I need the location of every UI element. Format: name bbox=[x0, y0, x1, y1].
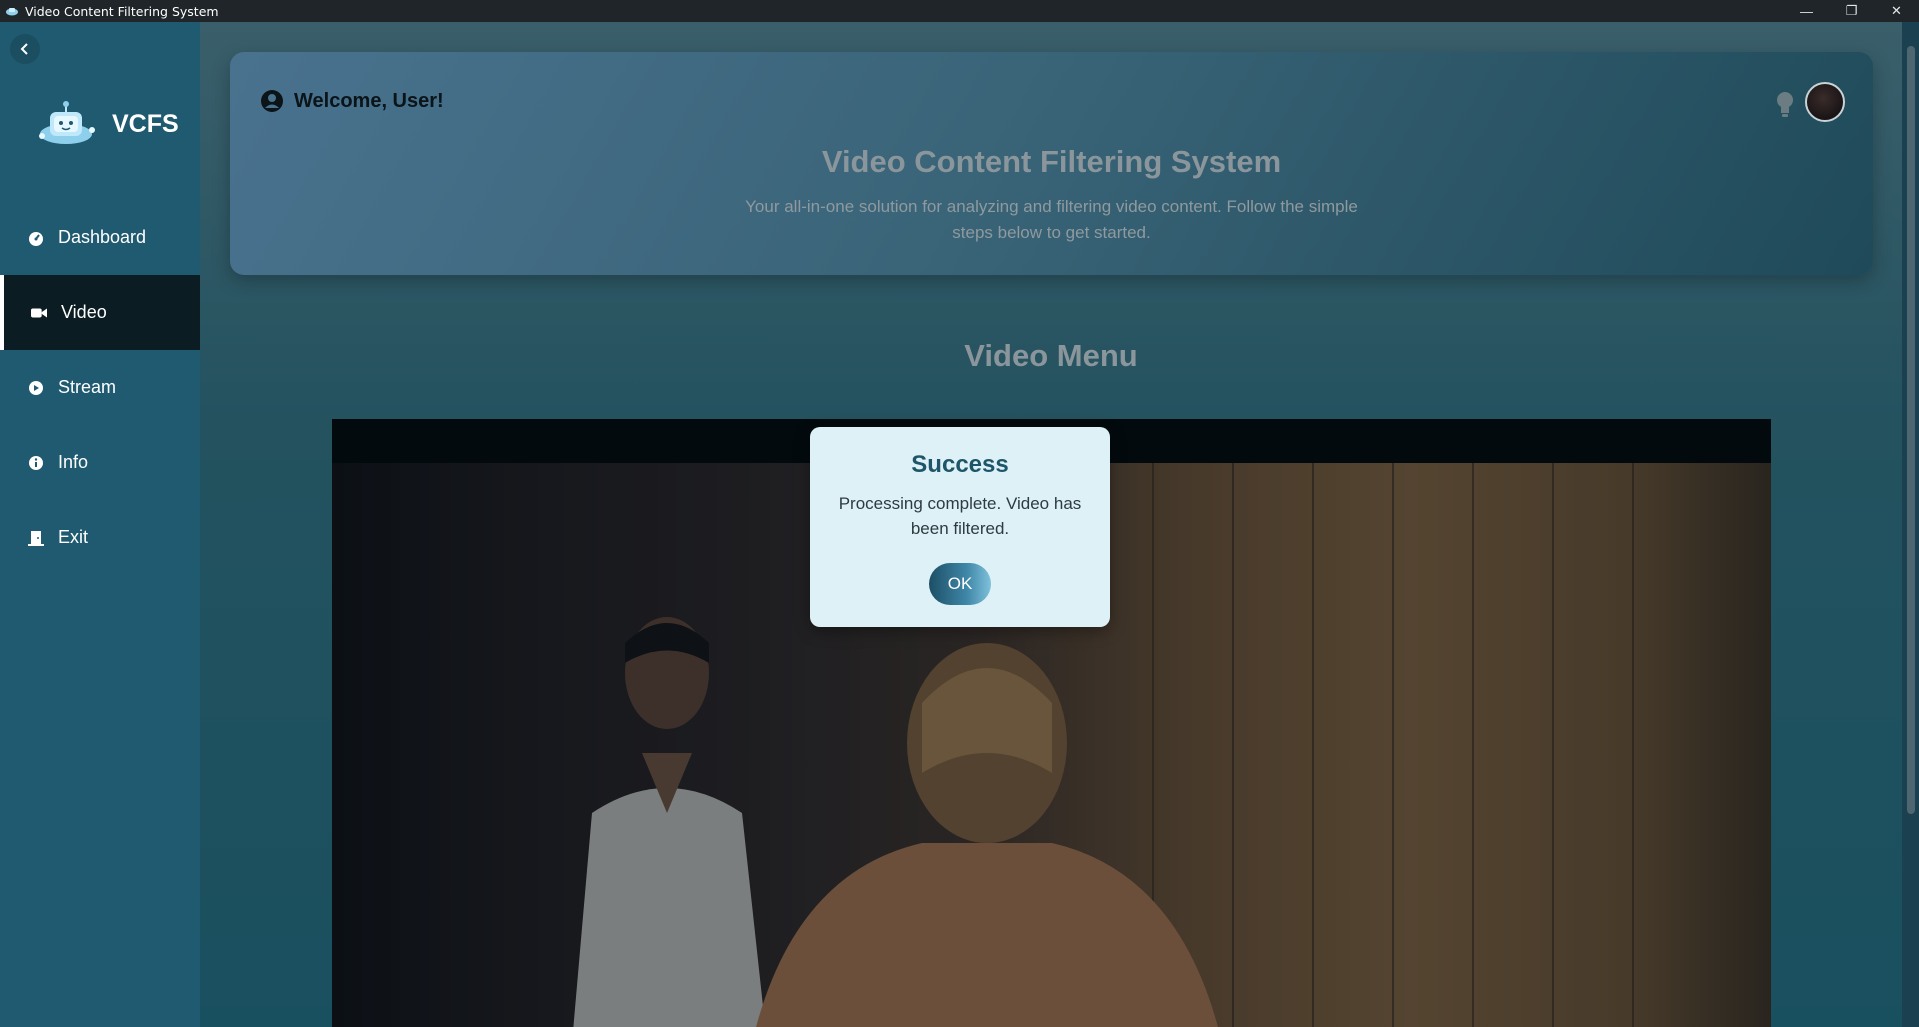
brand-name: VCFS bbox=[112, 109, 179, 138]
collapse-sidebar-button[interactable] bbox=[10, 34, 40, 64]
lightbulb-icon[interactable] bbox=[1775, 90, 1795, 118]
video-camera-icon bbox=[31, 305, 47, 321]
user-circle-icon bbox=[261, 90, 283, 112]
sidebar-item-label: Stream bbox=[58, 377, 117, 397]
page-subtitle: Your all-in-one solution for analyzing a… bbox=[745, 197, 1358, 242]
restore-button[interactable]: ❐ bbox=[1829, 0, 1874, 22]
app-icon bbox=[6, 8, 18, 16]
info-circle-icon bbox=[28, 455, 44, 471]
close-button[interactable]: ✕ bbox=[1874, 0, 1919, 22]
section-title: Video Menu bbox=[964, 338, 1138, 373]
window-title: Video Content Filtering System bbox=[25, 3, 219, 19]
sidebar-item-video[interactable]: Video bbox=[0, 275, 200, 350]
sidebar-item-label: Info bbox=[58, 452, 89, 472]
sidebar-item-label: Dashboard bbox=[58, 227, 147, 247]
minimize-button[interactable]: — bbox=[1784, 0, 1829, 22]
ok-button[interactable]: OK bbox=[929, 563, 991, 605]
avatar[interactable] bbox=[1805, 82, 1845, 122]
sidebar-item-label: Video bbox=[61, 302, 107, 322]
scroll-thumb[interactable] bbox=[1907, 46, 1915, 814]
welcome-text: Welcome, User! bbox=[294, 89, 444, 112]
dialog-title: Success bbox=[911, 451, 1009, 478]
chevron-left-icon bbox=[20, 43, 28, 55]
dialog-message: Processing complete. Video has been filt… bbox=[838, 494, 1082, 538]
sidebar-item-label: Exit bbox=[58, 527, 89, 547]
title-bar: Video Content Filtering System — ❐ ✕ bbox=[0, 0, 1919, 22]
sidebar-nav: Dashboard Video Stream Info Exit bbox=[0, 200, 200, 575]
sidebar-item-dashboard[interactable]: Dashboard bbox=[0, 200, 200, 275]
sidebar-item-info[interactable]: Info bbox=[0, 425, 200, 500]
sidebar-item-exit[interactable]: Exit bbox=[0, 500, 200, 575]
robot-logo-icon bbox=[39, 101, 95, 144]
gauge-icon bbox=[28, 230, 44, 246]
success-dialog: Success Processing complete. Video has b… bbox=[810, 427, 1110, 627]
welcome: Welcome, User! bbox=[260, 89, 444, 113]
brand: VCFS bbox=[36, 100, 179, 148]
sidebar: VCFS Dashboard Video Stream Info Exit bbox=[0, 22, 200, 1027]
sidebar-item-stream[interactable]: Stream bbox=[0, 350, 200, 425]
header-card: Welcome, User! Video Content Filtering S… bbox=[230, 52, 1873, 275]
play-circle-icon bbox=[28, 380, 44, 396]
scrollbar[interactable] bbox=[1902, 22, 1919, 1027]
door-exit-icon bbox=[28, 530, 44, 546]
page-title: Video Content Filtering System bbox=[821, 144, 1282, 179]
